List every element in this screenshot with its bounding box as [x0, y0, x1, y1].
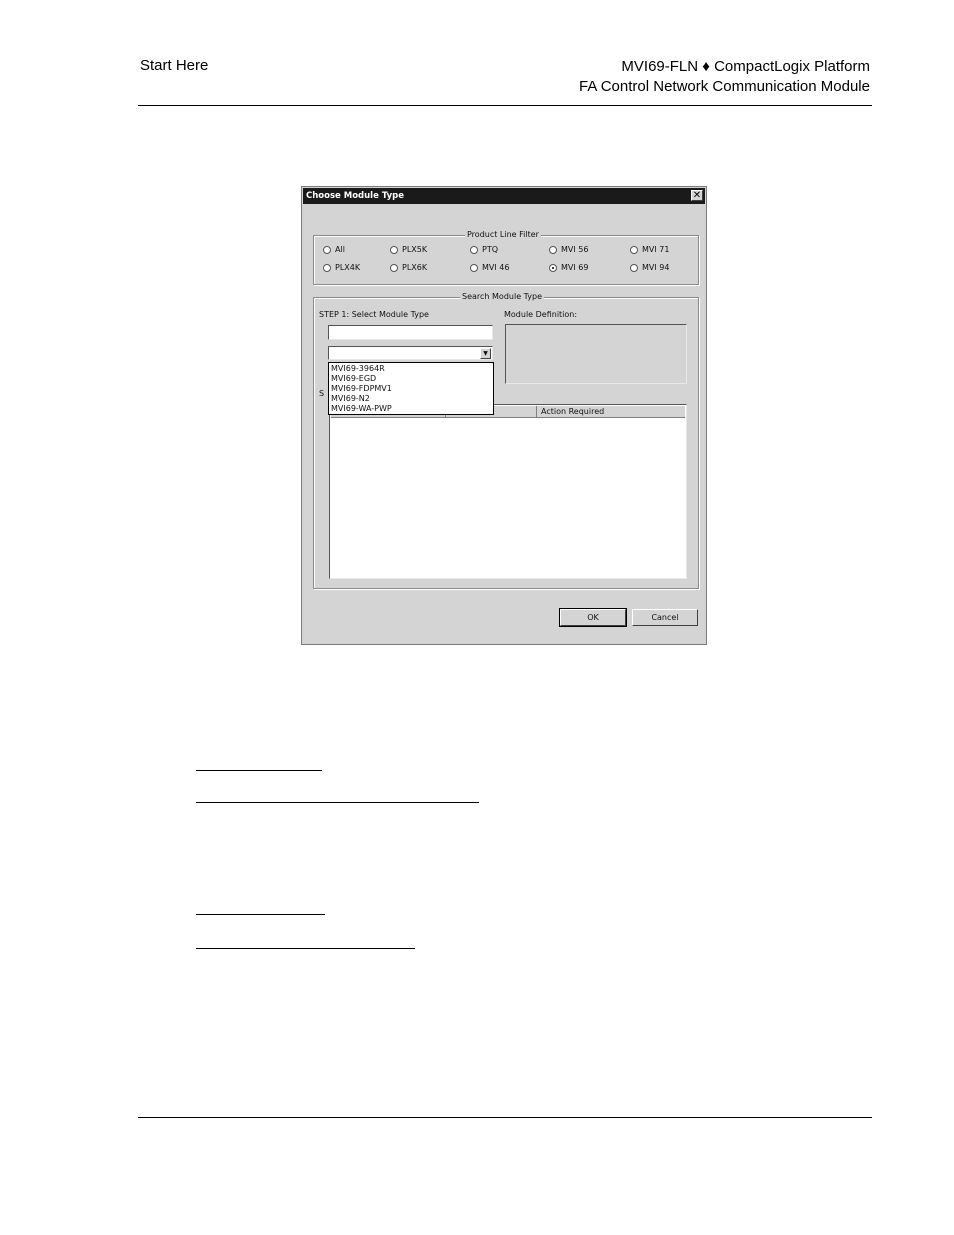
filter-radio-mvi-46[interactable]: MVI 46	[470, 263, 509, 272]
radio-indicator[interactable]	[549, 245, 557, 254]
radio-label: All	[335, 245, 345, 254]
filter-radio-mvi-94[interactable]: MVI 94	[630, 263, 669, 272]
step1-label: STEP 1: Select Module Type	[319, 310, 429, 319]
radio-indicator[interactable]	[470, 263, 478, 272]
link-underline-3[interactable]	[196, 914, 325, 915]
radio-indicator[interactable]	[390, 263, 398, 272]
cancel-button[interactable]: Cancel	[632, 609, 698, 626]
status-list-view[interactable]: Action Status Action Required	[329, 404, 687, 579]
filter-radio-plx4k[interactable]: PLX4K	[323, 263, 360, 272]
product-line-filter-title: Product Line Filter	[465, 230, 541, 239]
module-search-input[interactable]	[328, 325, 493, 340]
module-definition-label: Module Definition:	[504, 310, 578, 319]
dropdown-option[interactable]: MVI69-3964R	[329, 364, 493, 374]
module-type-combo[interactable]: ▼	[328, 346, 493, 360]
column-header-action-required[interactable]: Action Required	[537, 406, 685, 417]
module-type-dropdown-list: MVI69-3964R MVI69-EGD MVI69-FDPMV1 MVI69-N2…	[328, 362, 494, 415]
radio-label: PLX5K	[402, 245, 428, 254]
radio-label: MVI 69	[561, 263, 589, 272]
close-icon[interactable]: ✕	[691, 190, 703, 201]
dialog-title-bar: Choose Module Type ✕	[303, 188, 705, 204]
filter-radio-ptq[interactable]: PTQ	[470, 245, 498, 254]
dropdown-option[interactable]: MVI69-EGD	[329, 374, 493, 384]
filter-radio-all[interactable]: All	[323, 245, 345, 254]
dropdown-option[interactable]: MVI69-N2	[329, 394, 493, 404]
header-product-title: MVI69-FLN ♦ CompactLogix Platform	[621, 58, 870, 75]
dropdown-option[interactable]: MVI69-FDPMV1	[329, 384, 493, 394]
radio-label: PTQ	[482, 245, 499, 254]
radio-indicator[interactable]	[323, 245, 331, 254]
radio-label: PLX4K	[335, 263, 361, 272]
radio-label: MVI 94	[642, 263, 670, 272]
link-underline-2[interactable]	[196, 802, 479, 803]
link-underline-1[interactable]	[196, 770, 322, 771]
link-underline-4[interactable]	[196, 948, 415, 949]
dropdown-option[interactable]: MVI69-WA-PWP	[329, 404, 493, 414]
filter-radio-plx5k[interactable]: PLX5K	[390, 245, 427, 254]
dialog-title: Choose Module Type	[306, 191, 405, 201]
filter-radio-plx6k[interactable]: PLX6K	[390, 263, 427, 272]
step2-label-partial: S	[319, 389, 325, 398]
radio-indicator[interactable]	[470, 245, 478, 254]
radio-indicator[interactable]	[630, 263, 638, 272]
radio-label: MVI 71	[642, 245, 670, 254]
radio-indicator[interactable]	[390, 245, 398, 254]
filter-radio-mvi-69[interactable]: MVI 69	[549, 263, 588, 272]
radio-label: MVI 46	[482, 263, 510, 272]
chevron-down-icon[interactable]: ▼	[480, 348, 491, 359]
radio-indicator[interactable]	[323, 263, 331, 272]
header-product-subtitle: FA Control Network Communication Module	[579, 78, 870, 95]
filter-radio-mvi-71[interactable]: MVI 71	[630, 245, 669, 254]
radio-label: PLX6K	[402, 263, 428, 272]
radio-label: MVI 56	[561, 245, 589, 254]
filter-radio-mvi-56[interactable]: MVI 56	[549, 245, 588, 254]
search-module-type-title: Search Module Type	[460, 292, 545, 301]
footer-rule	[138, 1117, 872, 1118]
product-line-filter-group: Product Line Filter All PLX5K PTQ MVI 56 MVI…	[313, 230, 699, 285]
choose-module-type-dialog: Choose Module Type ✕ Product Line Filter…	[301, 186, 707, 645]
radio-indicator[interactable]	[549, 263, 557, 272]
page-header-left: Start Here	[140, 57, 209, 74]
search-module-type-group: Search Module Type STEP 1: Select Module…	[313, 292, 699, 589]
ok-button[interactable]: OK	[559, 608, 627, 627]
page-header-right: MVI69-FLN ♦ CompactLogix Platform FA Con…	[579, 57, 870, 97]
module-definition-box	[505, 324, 687, 384]
header-rule	[138, 105, 872, 106]
radio-indicator[interactable]	[630, 245, 638, 254]
